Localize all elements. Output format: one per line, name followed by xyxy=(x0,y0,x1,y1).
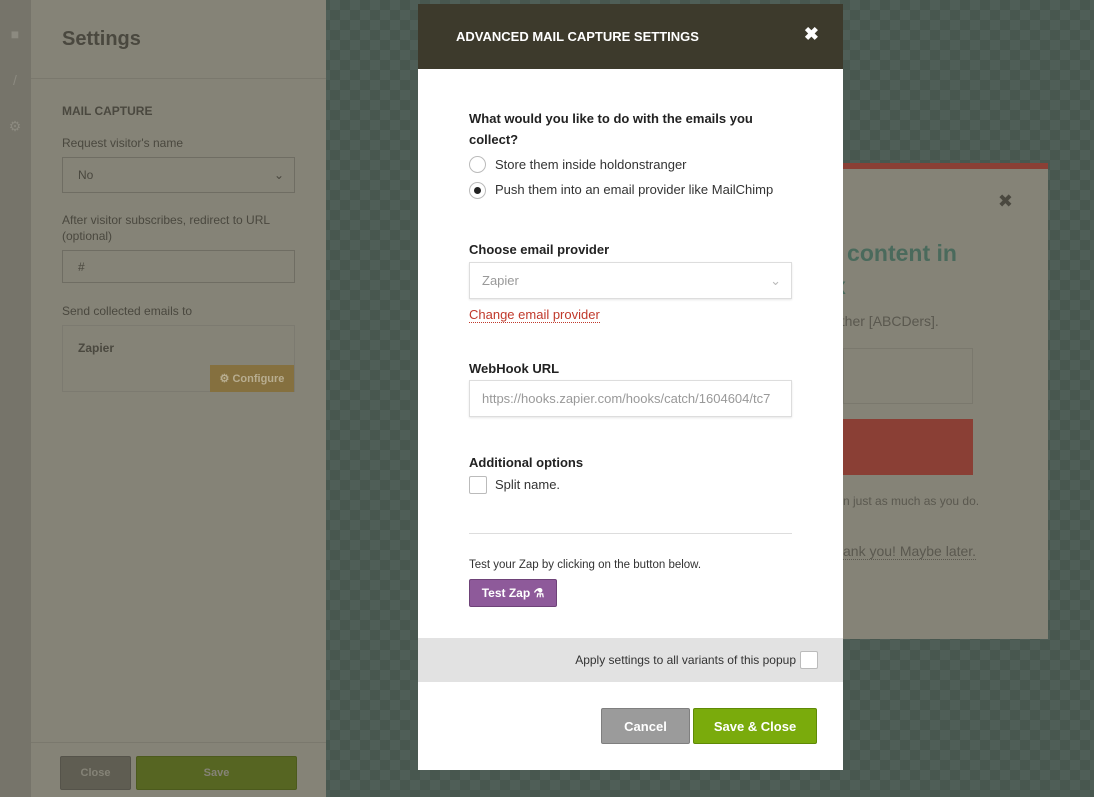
gears-icon[interactable]: ⚙ xyxy=(7,118,23,134)
webhook-label: WebHook URL xyxy=(469,361,560,376)
radio-store-label: Store them inside holdonstranger xyxy=(495,157,687,172)
select-value: Zapier xyxy=(482,273,519,288)
square-icon[interactable]: ■ xyxy=(7,26,23,42)
additional-options-label: Additional options xyxy=(469,455,584,470)
cancel-button[interactable]: Cancel xyxy=(601,708,690,744)
close-icon[interactable]: ✖ xyxy=(804,24,819,45)
provider-label: Choose email provider xyxy=(469,242,610,257)
divider xyxy=(469,533,792,534)
provider-name: Zapier xyxy=(78,341,115,355)
chevron-down-icon: ⌄ xyxy=(273,168,284,182)
advanced-settings-modal: ADVANCED MAIL CAPTURE SETTINGS ✖ What wo… xyxy=(418,4,843,770)
question-label: What would you like to do with the email… xyxy=(469,111,753,147)
split-name-label: Split name. xyxy=(495,477,561,492)
brush-icon[interactable]: / xyxy=(7,72,23,88)
divider xyxy=(31,78,326,79)
radio-push-label: Push them into an email provider like Ma… xyxy=(495,182,774,197)
section-title: MAIL CAPTURE xyxy=(62,104,153,118)
settings-panel: Settings MAIL CAPTURE Request visitor's … xyxy=(31,0,326,797)
close-button[interactable]: Close xyxy=(60,756,131,790)
request-name-select[interactable]: No ⌄ xyxy=(62,157,295,193)
split-name-checkbox[interactable] xyxy=(469,476,487,494)
select-value: No xyxy=(78,168,94,182)
heading-line: ] content in xyxy=(833,240,957,266)
close-icon: ✖ xyxy=(997,191,1013,211)
test-zap-label: Test Zap xyxy=(481,586,531,600)
send-to-label: Send collected emails to xyxy=(62,304,193,318)
modal-header: ADVANCED MAIL CAPTURE SETTINGS ✖ xyxy=(418,4,843,69)
page-title: Settings xyxy=(62,28,141,50)
preview-email-input xyxy=(843,348,973,404)
preview-submit-button xyxy=(843,419,973,475)
chevron-down-icon: ⌄ xyxy=(770,272,781,288)
change-provider-link[interactable]: Change email provider xyxy=(469,307,600,323)
save-close-button[interactable]: Save & Close xyxy=(693,708,817,744)
configure-label: Configure xyxy=(232,372,285,385)
provider-select[interactable]: Zapier ⌄ xyxy=(469,262,792,299)
save-button[interactable]: Save xyxy=(136,756,297,790)
preview-decline-link: ank you! Maybe later. xyxy=(843,543,977,560)
apply-all-checkbox[interactable] xyxy=(800,651,818,669)
flask-icon: ⚗ xyxy=(533,586,545,600)
divider xyxy=(31,742,326,743)
radio-push[interactable] xyxy=(469,182,486,199)
test-instructions: Test your Zap by clicking on the button … xyxy=(469,559,702,571)
sidebar-rail: ■ / ⚙ xyxy=(0,0,31,797)
configure-button[interactable]: ⚙ Configure xyxy=(210,365,294,392)
redirect-label: After visitor subscribes, redirect to UR… xyxy=(62,213,270,243)
redirect-url-input[interactable]: # xyxy=(62,250,295,283)
radio-store[interactable] xyxy=(469,156,486,173)
apply-all-label: Apply settings to all variants of this p… xyxy=(575,653,796,667)
modal-title: ADVANCED MAIL CAPTURE SETTINGS xyxy=(456,29,699,44)
gear-icon: ⚙ xyxy=(219,373,230,385)
test-zap-button[interactable]: Test Zap ⚗ xyxy=(469,579,557,607)
popup-preview: ✖ ] content inx other [ABCDers]. n just … xyxy=(833,163,1048,639)
preview-heading: ] content inx xyxy=(833,237,957,303)
apply-all-bar: Apply settings to all variants of this p… xyxy=(418,638,843,682)
request-name-label: Request visitor's name xyxy=(62,136,184,150)
preview-note: n just as much as you do. xyxy=(843,494,980,508)
preview-subtext: other [ABCDers]. xyxy=(833,313,939,329)
webhook-url-input[interactable]: https://hooks.zapier.com/hooks/catch/160… xyxy=(469,380,792,417)
